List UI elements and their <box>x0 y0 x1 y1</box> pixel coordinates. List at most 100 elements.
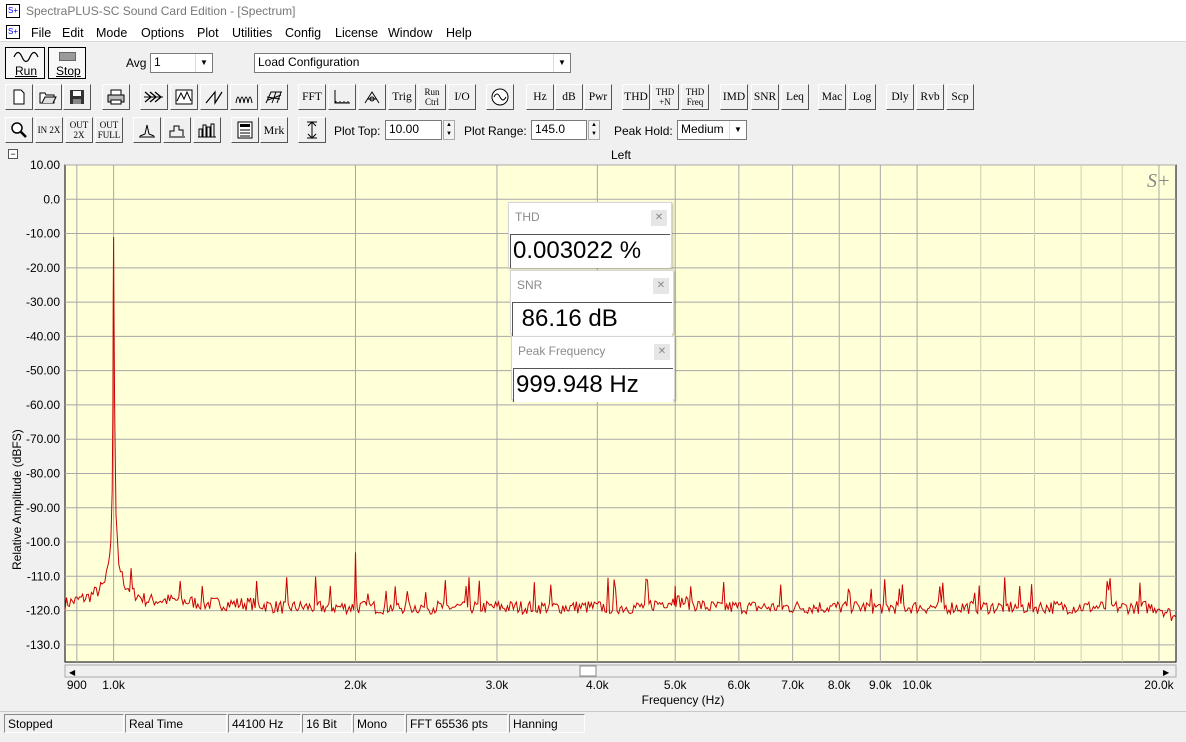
fast-forward-icon[interactable] <box>140 84 168 110</box>
toolbar-acquisition: Run Stop Avg 1 ▼ Load Configuration ▼ <box>0 43 1186 81</box>
menu-help[interactable]: Help <box>446 26 472 40</box>
thd-meter-title: THD <box>515 210 540 224</box>
thd-freq-button[interactable]: THD Freq <box>681 84 709 110</box>
log-button[interactable]: Log <box>848 84 876 110</box>
thd-meter[interactable]: THD ✕ 0.003022 % <box>508 202 672 268</box>
y-tick-label: 10.00 <box>30 158 60 172</box>
trig-button[interactable]: Trig <box>388 84 416 110</box>
peak-hold-select[interactable]: Medium ▼ <box>677 120 747 140</box>
save-icon[interactable] <box>63 84 91 110</box>
thd-button[interactable]: THD <box>622 84 650 110</box>
dly-button[interactable]: Dly <box>886 84 914 110</box>
y-tick-label: -30.00 <box>26 295 60 309</box>
status-fft-size: FFT 65536 pts <box>406 714 508 733</box>
y-tick-label: -130.0 <box>26 638 60 652</box>
peak-frequency-meter-value: 999.948 Hz <box>513 368 673 402</box>
open-icon[interactable] <box>34 84 62 110</box>
peak-hold-label: Peak Hold: <box>614 124 673 138</box>
y-tick-label: -90.00 <box>26 501 60 515</box>
peak-frequency-meter[interactable]: Peak Frequency ✕ 999.948 Hz <box>511 336 675 402</box>
configuration-value: Load Configuration <box>258 55 360 69</box>
marker-button[interactable]: Mrk <box>260 117 288 143</box>
x-axis: 900 1.0k 2.0k 3.0k 4.0k 5.0k 6.0k 7.0k 8.0k 9.0k 1… <box>67 678 1175 692</box>
avg-select[interactable]: 1 ▼ <box>150 53 213 73</box>
close-icon[interactable]: ✕ <box>654 344 670 360</box>
y-tick-label: -120.0 <box>26 604 60 618</box>
x-tick-label: 10.0k <box>902 678 932 692</box>
pwr-button[interactable]: Pwr <box>584 84 612 110</box>
x-tick-label: 5.0k <box>664 678 688 692</box>
waterfall-icon[interactable] <box>230 84 258 110</box>
configuration-select[interactable]: Load Configuration ▼ <box>254 53 571 73</box>
document-icon[interactable]: S+ <box>6 25 20 39</box>
print-icon[interactable] <box>102 84 130 110</box>
menu-utilities[interactable]: Utilities <box>232 26 272 40</box>
status-sample-rate: 44100 Hz <box>228 714 301 733</box>
zoom-in-2x-button[interactable]: IN 2X <box>35 117 63 143</box>
watermark-logo: S+ <box>1147 170 1171 192</box>
io-button[interactable]: I/O <box>448 84 476 110</box>
bar-plot-icon[interactable] <box>193 117 221 143</box>
peak-scan-icon[interactable] <box>170 84 198 110</box>
plot-range-input[interactable]: 145.0 <box>531 120 587 140</box>
zoom-icon[interactable] <box>5 117 33 143</box>
meter-bar-icon[interactable] <box>328 84 356 110</box>
menu-file[interactable]: File <box>31 26 51 40</box>
zoom-out-2x-button[interactable]: OUT 2X <box>65 117 93 143</box>
toolbar-functions: FFT Trig Run Ctrl I/O Hz dB Pwr THD THD … <box>0 82 1186 114</box>
step-plot-icon[interactable] <box>163 117 191 143</box>
snr-button[interactable]: SNR <box>751 84 779 110</box>
menu-config[interactable]: Config <box>285 26 321 40</box>
scrollbar-thumb[interactable] <box>579 665 597 677</box>
x-tick-label: 7.0k <box>781 678 805 692</box>
line-plot-icon[interactable] <box>133 117 161 143</box>
y-axis-label: Relative Amplitude (dBFS) <box>10 429 24 570</box>
trigger-icon[interactable] <box>358 84 386 110</box>
menu-plot[interactable]: Plot <box>197 26 219 40</box>
3d-surface-icon[interactable] <box>260 84 288 110</box>
thd-meter-value: 0.003022 % <box>510 234 670 268</box>
menu-options[interactable]: Options <box>141 26 184 40</box>
close-icon[interactable]: ✕ <box>653 278 669 294</box>
plot-top-spinner[interactable]: ▲ ▼ <box>443 120 455 140</box>
run-ctrl-button[interactable]: Run Ctrl <box>418 84 446 110</box>
plot-range-spinner[interactable]: ▲ ▼ <box>588 120 600 140</box>
snr-meter[interactable]: SNR ✕ 86.16 dB <box>510 270 674 336</box>
calculator-icon[interactable] <box>231 117 259 143</box>
chevron-down-icon[interactable]: ▼ <box>553 54 570 72</box>
imd-button[interactable]: IMD <box>720 84 748 110</box>
y-axis: 10.00 0.0 -10.00 -20.00 -30.00 -40.00 -50.00 -6… <box>26 158 60 652</box>
scroll-right-icon[interactable]: ▶ <box>1163 668 1170 677</box>
snr-meter-title: SNR <box>517 278 543 292</box>
y-tick-label: -50.00 <box>26 364 60 378</box>
menu-edit[interactable]: Edit <box>62 26 84 40</box>
new-icon[interactable] <box>5 84 33 110</box>
chevron-down-icon[interactable]: ▼ <box>729 121 746 139</box>
rvb-button[interactable]: Rvb <box>916 84 944 110</box>
hz-button[interactable]: Hz <box>526 84 554 110</box>
run-button[interactable]: Run <box>5 47 45 79</box>
thd-n-button[interactable]: THD +N <box>651 84 679 110</box>
leq-button[interactable]: Leq <box>781 84 809 110</box>
peak-hold-value: Medium <box>681 122 724 136</box>
mac-button[interactable]: Mac <box>818 84 846 110</box>
plot-range-label: Plot Range: <box>464 124 527 138</box>
app-icon: S+ <box>6 4 20 18</box>
zoom-out-full-button[interactable]: OUT FULL <box>95 117 123 143</box>
fft-button[interactable]: FFT <box>298 84 326 110</box>
menu-license[interactable]: License <box>335 26 378 40</box>
menu-mode[interactable]: Mode <box>96 26 127 40</box>
scroll-left-icon[interactable]: ◀ <box>69 668 76 677</box>
y-tick-label: -110.0 <box>27 569 60 583</box>
stop-button[interactable]: Stop <box>48 47 86 79</box>
horizontal-scrollbar[interactable] <box>64 664 1177 678</box>
scp-button[interactable]: Scp <box>946 84 974 110</box>
db-button[interactable]: dB <box>555 84 583 110</box>
ramp-icon[interactable] <box>200 84 228 110</box>
plot-top-input[interactable]: 10.00 <box>385 120 442 140</box>
generator-icon[interactable] <box>486 84 514 110</box>
vertical-range-icon[interactable] <box>298 117 326 143</box>
chevron-down-icon[interactable]: ▼ <box>195 54 212 72</box>
close-icon[interactable]: ✕ <box>651 210 667 226</box>
menu-window[interactable]: Window <box>388 26 432 40</box>
